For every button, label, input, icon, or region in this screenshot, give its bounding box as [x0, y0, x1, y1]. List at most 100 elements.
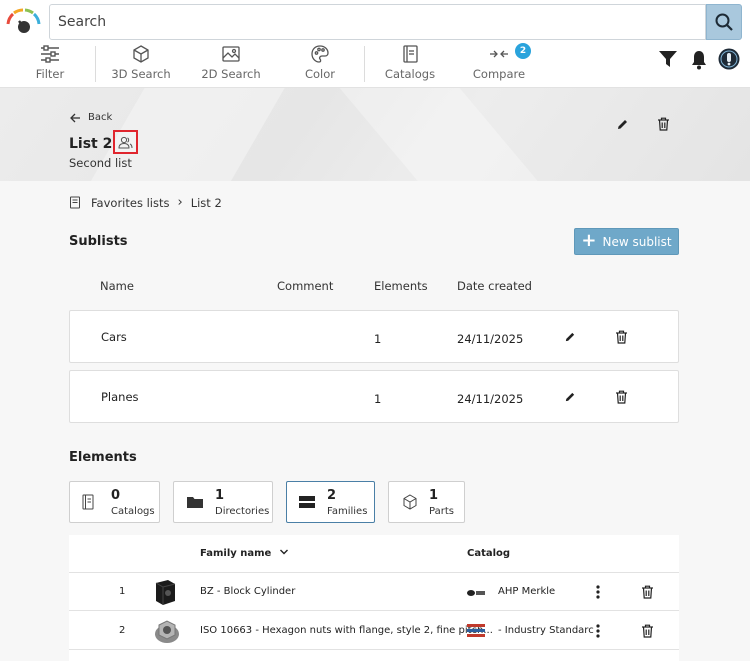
- trash-icon: [616, 390, 627, 404]
- catalog-name: AHP Merkle: [498, 586, 556, 597]
- hex-nut-thumbnail: [153, 617, 181, 648]
- shared-users-button[interactable]: [113, 130, 138, 154]
- table-row[interactable]: 1 BZ - Block Cylinder AHP Merkle: [69, 573, 679, 611]
- toolbar-divider: [95, 46, 96, 82]
- pencil-icon: [618, 120, 627, 129]
- avatar-icon: [718, 48, 740, 70]
- 3d-search-tool[interactable]: 3D Search: [110, 44, 172, 86]
- edit-sublist-button[interactable]: [564, 391, 576, 406]
- plus-icon: +: [581, 229, 597, 251]
- compare-count-badge: 2: [515, 43, 531, 59]
- kebab-menu-icon: [596, 585, 600, 599]
- delete-sublist-button[interactable]: [615, 390, 628, 407]
- sublist-elements: 1: [374, 392, 382, 406]
- search-box: [49, 4, 706, 40]
- catalog-icon: [81, 494, 95, 513]
- page-title: List 2: [69, 136, 113, 152]
- filter-directories[interactable]: 1 Directories: [173, 481, 273, 523]
- chevron-down-icon: [279, 549, 288, 555]
- block-cylinder-thumbnail: [153, 579, 177, 609]
- sublist-row[interactable]: Cars 1 24/11/2025: [69, 310, 679, 363]
- search-input[interactable]: [50, 5, 705, 39]
- 3d-search-label: 3D Search: [111, 67, 171, 81]
- filter-funnel-button[interactable]: [658, 50, 678, 71]
- sublist-date: 24/11/2025: [457, 332, 524, 346]
- elements-heading: Elements: [69, 450, 137, 465]
- more-options-button[interactable]: [596, 624, 600, 641]
- delete-sublist-button[interactable]: [615, 330, 628, 347]
- 2d-search-tool[interactable]: 2D Search: [200, 44, 262, 86]
- kebab-menu-icon: [596, 624, 600, 638]
- compare-label: Compare: [472, 67, 526, 81]
- filter-parts[interactable]: 1 Parts: [388, 481, 465, 523]
- breadcrumb-current: List 2: [190, 195, 222, 210]
- edit-list-button[interactable]: [616, 118, 629, 134]
- families-icon: [298, 495, 316, 512]
- filter-count: 1: [215, 488, 225, 503]
- catalog-logo: [466, 623, 486, 642]
- table-row[interactable]: 2 ISO 10663 - Hexagon nuts with flange, …: [69, 612, 679, 650]
- delete-element-button[interactable]: [641, 624, 654, 641]
- user-avatar[interactable]: [718, 48, 740, 73]
- filter-tool[interactable]: Filter: [28, 44, 72, 86]
- family-name: ISO 10663 - Hexagon nuts with flange, st…: [200, 625, 493, 636]
- trash-icon: [658, 117, 669, 131]
- back-link[interactable]: Back: [70, 112, 112, 123]
- cube-icon: [133, 45, 149, 63]
- sublist-elements: 1: [374, 332, 382, 346]
- arrow-left-icon: [70, 113, 80, 122]
- column-header-comment[interactable]: Comment: [277, 279, 333, 293]
- top-bar: Filter 3D Search 2D Search Color Catalog…: [0, 0, 750, 88]
- row-index: 1: [119, 586, 126, 597]
- delete-list-button[interactable]: [657, 117, 670, 134]
- row-index: 2: [119, 625, 126, 636]
- search-button[interactable]: [706, 4, 742, 40]
- pencil-icon: [565, 332, 575, 342]
- family-name: BZ - Block Cylinder: [200, 586, 296, 597]
- trash-icon: [642, 624, 653, 638]
- logo[interactable]: [4, 8, 44, 36]
- column-header-catalog[interactable]: Catalog: [467, 548, 510, 559]
- filter-catalogs[interactable]: 0 Catalogs: [69, 481, 160, 523]
- column-header-name[interactable]: Name: [100, 279, 134, 293]
- catalog-logo: [466, 587, 486, 601]
- breadcrumb-favorites-lists[interactable]: Favorites lists: [91, 196, 169, 210]
- bell-icon: [692, 51, 706, 70]
- more-options-button[interactable]: [596, 585, 600, 602]
- sublist-row[interactable]: Planes 1 24/11/2025: [69, 370, 679, 423]
- catalogs-tool[interactable]: Catalogs: [383, 44, 437, 86]
- compare-arrows-icon: [490, 50, 508, 58]
- trash-icon: [642, 585, 653, 599]
- catalog-icon: [403, 45, 418, 63]
- pencil-icon: [565, 392, 575, 402]
- chevron-right-icon: ›: [177, 195, 183, 210]
- users-icon: [118, 136, 133, 148]
- delete-element-button[interactable]: [641, 585, 654, 602]
- new-sublist-button[interactable]: + New sublist: [574, 228, 679, 255]
- sublist-name: Planes: [101, 390, 139, 404]
- favorites-list-icon: [70, 196, 80, 209]
- column-header-elements[interactable]: Elements: [374, 279, 428, 293]
- sublist-date: 24/11/2025: [457, 392, 524, 406]
- breadcrumb: Favorites lists › List 2: [69, 195, 222, 210]
- filter-label: Families: [327, 506, 368, 517]
- filter-label: Parts: [429, 506, 454, 517]
- color-label: Color: [304, 67, 336, 81]
- notifications-button[interactable]: [690, 50, 708, 73]
- part-icon: [402, 494, 418, 513]
- folder-icon: [186, 495, 204, 512]
- filter-label: Filter: [35, 67, 65, 81]
- new-sublist-label: New sublist: [602, 234, 672, 249]
- palette-icon: [311, 45, 329, 63]
- edit-sublist-button[interactable]: [564, 331, 576, 346]
- compare-tool[interactable]: Compare 2: [470, 43, 531, 86]
- table-header: Family name Catalog: [69, 535, 679, 573]
- column-header-date[interactable]: Date created: [457, 279, 532, 293]
- sliders-icon: [41, 45, 59, 63]
- filter-families[interactable]: 2 Families: [286, 481, 375, 523]
- column-header-family[interactable]: Family name: [200, 548, 289, 559]
- family-header-label: Family name: [200, 548, 272, 559]
- 2d-search-label: 2D Search: [201, 67, 261, 81]
- color-tool[interactable]: Color: [299, 44, 341, 86]
- funnel-icon: [659, 51, 677, 67]
